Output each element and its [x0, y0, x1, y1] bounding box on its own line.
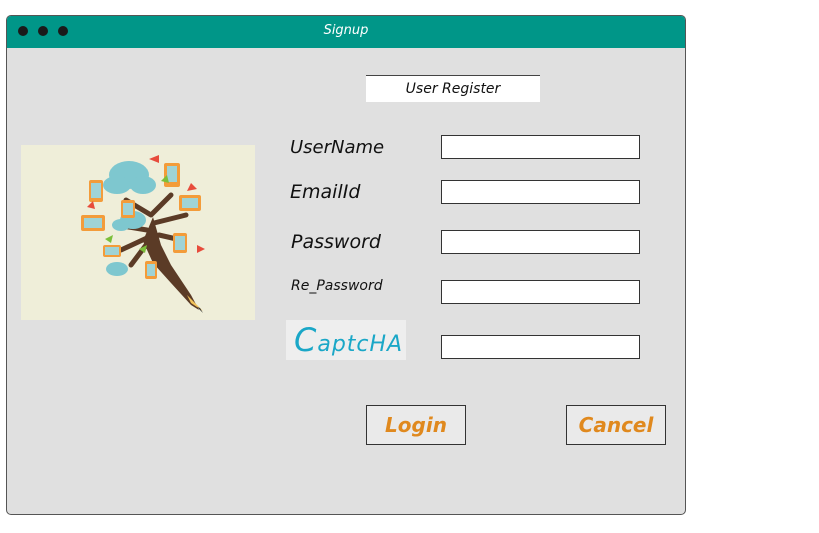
captcha-rest-chars: aptcHA	[317, 332, 404, 357]
cancel-button[interactable]: Cancel	[566, 405, 666, 445]
password-label: Password	[291, 231, 381, 253]
emailid-field[interactable]	[441, 180, 640, 204]
username-label: UserName	[290, 137, 385, 158]
signup-window: Signup User Register UserName EmailId Pa…	[6, 15, 686, 515]
emailid-label: EmailId	[290, 181, 361, 203]
login-button[interactable]: Login	[366, 405, 466, 445]
captcha-field[interactable]	[441, 335, 640, 359]
tech-tree-illustration	[21, 145, 255, 320]
captcha-first-char: C	[294, 321, 318, 359]
captcha-image: CaptcHA	[286, 320, 406, 360]
password-field[interactable]	[441, 230, 640, 254]
tech-tree-pencil-icon	[81, 155, 205, 313]
window-title: Signup	[323, 23, 369, 38]
re-password-field[interactable]	[441, 280, 640, 304]
re-password-label: Re_Password	[291, 278, 383, 294]
title-bar: Signup	[7, 16, 685, 48]
username-field[interactable]	[441, 135, 640, 159]
form-header: User Register	[366, 75, 540, 102]
